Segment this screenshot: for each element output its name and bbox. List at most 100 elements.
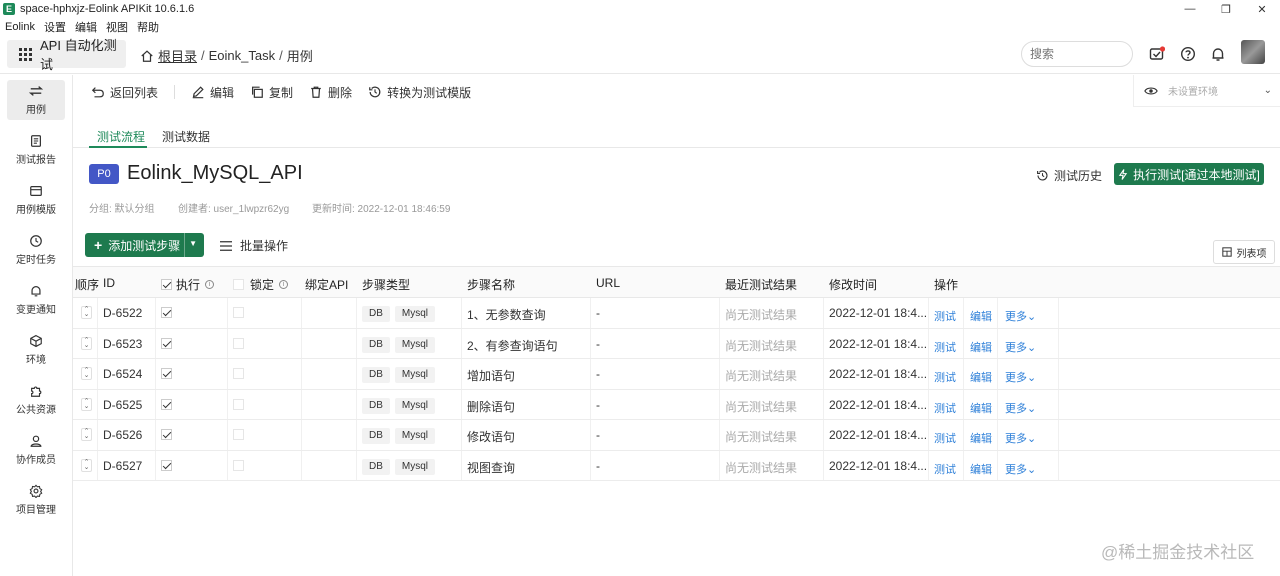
type-tag: DB [362, 336, 390, 353]
table-row[interactable]: ⌃ ⌄ D-6526 DB Mysql 修改语句 - 尚无测试结果 2022-12-… [73, 420, 1280, 451]
execute-checkbox-box[interactable] [161, 398, 172, 410]
modified-time: 2022-12-01 18:4... [829, 306, 928, 320]
row-edit-link[interactable]: 编辑 [970, 400, 992, 416]
row-test-link[interactable]: 测试 [934, 339, 956, 355]
lock-all-checkbox[interactable] [233, 279, 244, 290]
environment-select[interactable]: 未设置环境 ⌄ [1133, 75, 1280, 107]
close-button[interactable]: ✕ [1244, 0, 1280, 18]
lock-checkbox-box[interactable] [233, 307, 244, 318]
drag-sort-handle[interactable]: ⌃ ⌄ [81, 428, 92, 441]
sidebar-item-project-management[interactable]: 项目管理 [7, 480, 65, 520]
row-test-link[interactable]: 测试 [934, 461, 956, 477]
table-row[interactable]: ⌃ ⌄ D-6522 DB Mysql 1、无参数查询 - 尚无测试结果 2022-… [73, 298, 1280, 329]
execute-checkbox [161, 368, 172, 382]
row-more-link[interactable]: 更多⌄ [1005, 369, 1036, 385]
drag-sort-handle[interactable]: ⌃ ⌄ [81, 397, 92, 411]
menu-view[interactable]: 视图 [106, 19, 128, 35]
user-icon [30, 435, 42, 447]
execute-all-checkbox[interactable] [161, 279, 172, 290]
sidebar-item-label: 定时任务 [16, 255, 56, 266]
subtype-tag: Mysql [394, 336, 436, 353]
lock-checkbox-box[interactable] [233, 398, 244, 410]
row-edit-link[interactable]: 编辑 [970, 339, 992, 355]
row-more-link[interactable]: 更多⌄ [1005, 400, 1036, 416]
execute-checkbox-box[interactable] [161, 368, 172, 379]
row-edit-link[interactable]: 编辑 [970, 369, 992, 385]
type-tag: DB [362, 458, 390, 475]
execute-checkbox-box[interactable] [161, 337, 172, 349]
module-switcher-button[interactable]: API 自动化测试 [7, 38, 126, 72]
edit-button[interactable]: 编辑 [191, 84, 234, 101]
row-more-link[interactable]: 更多⌄ [1005, 308, 1036, 324]
tab-test-flow[interactable]: 测试流程 [97, 128, 145, 145]
column-settings-button[interactable]: 列表项 [1213, 240, 1275, 264]
breadcrumb-root-link[interactable]: 根目录 [158, 46, 197, 65]
batch-operation-button[interactable]: 批量操作 [219, 237, 288, 254]
row-more-link[interactable]: 更多⌄ [1005, 339, 1036, 355]
drag-sort-handle[interactable]: ⌃ ⌄ [81, 306, 92, 319]
modified-time: 2022-12-01 18:4... [829, 397, 928, 412]
execute-checkbox-box[interactable] [161, 307, 172, 318]
sidebar-item-scheduled-tasks[interactable]: 定时任务 [7, 230, 65, 270]
row-test-link[interactable]: 测试 [934, 400, 956, 416]
execute-checkbox-box[interactable] [161, 459, 172, 471]
bell-icon[interactable] [1210, 46, 1226, 62]
menu-edit[interactable]: 编辑 [75, 19, 97, 35]
help-icon[interactable] [1180, 46, 1196, 62]
sidebar-item-public-resources[interactable]: 公共资源 [7, 380, 65, 420]
delete-button[interactable]: 删除 [309, 84, 352, 101]
sidebar-item-cases[interactable]: 用例 [7, 80, 65, 120]
test-history-button[interactable]: 测试历史 [1036, 167, 1102, 184]
lock-checkbox-box[interactable] [233, 337, 244, 349]
task-notification-icon[interactable] [1149, 46, 1165, 62]
sidebar-item-environment[interactable]: 环境 [7, 330, 65, 370]
drag-sort-handle[interactable]: ⌃ ⌄ [81, 458, 92, 472]
window-title: space-hphxjz-Eolink APIKit 10.6.1.6 [20, 3, 195, 15]
caret-down-icon[interactable]: ▼ [189, 239, 197, 248]
table-header-row: 顺序 ID 执行 i 锁定 i 绑定API 步骤类型 步骤名称 URL 最近测试… [73, 266, 1280, 298]
minimize-button[interactable]: — [1172, 0, 1208, 18]
sidebar-item-reports[interactable]: 测试报告 [7, 130, 65, 170]
header-lock: 锁定 i [233, 276, 289, 293]
chevron-down-icon: ⌄ [1027, 463, 1037, 476]
convert-to-template-button[interactable]: 转换为测试模版 [368, 84, 471, 101]
table-row[interactable]: ⌃ ⌄ D-6524 DB Mysql 增加语句 - 尚无测试结果 2022-12-… [73, 359, 1280, 390]
row-test-link[interactable]: 测试 [934, 430, 956, 446]
run-test-button[interactable]: 执行测试[通过本地测试] [1114, 163, 1264, 185]
case-toolbar: 返回列表 编辑 复制 删除 转换为测试模版 [91, 82, 487, 102]
table-row[interactable]: ⌃ ⌄ D-6527 DB Mysql 视图查询 - 尚无测试结果 2022-12-… [73, 450, 1280, 481]
sidebar-item-templates[interactable]: 用例模版 [7, 180, 65, 220]
row-test-link[interactable]: 测试 [934, 369, 956, 385]
lock-checkbox-box[interactable] [233, 368, 244, 379]
more-label: 更多 [1005, 311, 1027, 323]
tab-test-data[interactable]: 测试数据 [162, 128, 210, 145]
row-edit-link[interactable]: 编辑 [970, 430, 992, 446]
row-more-link[interactable]: 更多⌄ [1005, 430, 1036, 446]
step-id: D-6526 [103, 428, 143, 442]
table-row[interactable]: ⌃ ⌄ D-6525 DB Mysql 删除语句 - 尚无测试结果 2022-12-… [73, 389, 1280, 420]
add-test-step-button[interactable]: + 添加测试步骤 ▼ [85, 233, 204, 257]
drag-sort-handle[interactable]: ⌃ ⌄ [81, 336, 92, 350]
row-more-link[interactable]: 更多⌄ [1005, 461, 1036, 477]
copy-button[interactable]: 复制 [250, 84, 293, 101]
back-to-list-button[interactable]: 返回列表 [91, 84, 158, 101]
lock-checkbox [233, 307, 244, 321]
table-row[interactable]: ⌃ ⌄ D-6523 DB Mysql 2、有参查询语句 - 尚无测试结果 2022… [73, 328, 1280, 359]
row-edit-link[interactable]: 编辑 [970, 308, 992, 324]
breadcrumb-project[interactable]: Eoink_Task [209, 48, 275, 63]
maximize-button[interactable]: ❐ [1208, 0, 1244, 18]
menu-settings[interactable]: 设置 [44, 19, 66, 35]
sidebar-item-members[interactable]: 协作成员 [7, 430, 65, 470]
execute-checkbox-box[interactable] [161, 429, 172, 440]
row-test-link[interactable]: 测试 [934, 308, 956, 324]
lock-checkbox-box[interactable] [233, 459, 244, 471]
lock-checkbox-box[interactable] [233, 429, 244, 440]
avatar[interactable] [1241, 40, 1265, 64]
drag-sort-handle[interactable]: ⌃ ⌄ [81, 367, 92, 380]
subtype-tag: Mysql [394, 428, 436, 444]
sidebar-item-change-notifications[interactable]: 变更通知 [7, 280, 65, 320]
row-edit-link[interactable]: 编辑 [970, 461, 992, 477]
menu-eolink[interactable]: Eolink [5, 21, 35, 33]
menu-help[interactable]: 帮助 [137, 19, 159, 35]
search-input[interactable] [1021, 41, 1133, 67]
